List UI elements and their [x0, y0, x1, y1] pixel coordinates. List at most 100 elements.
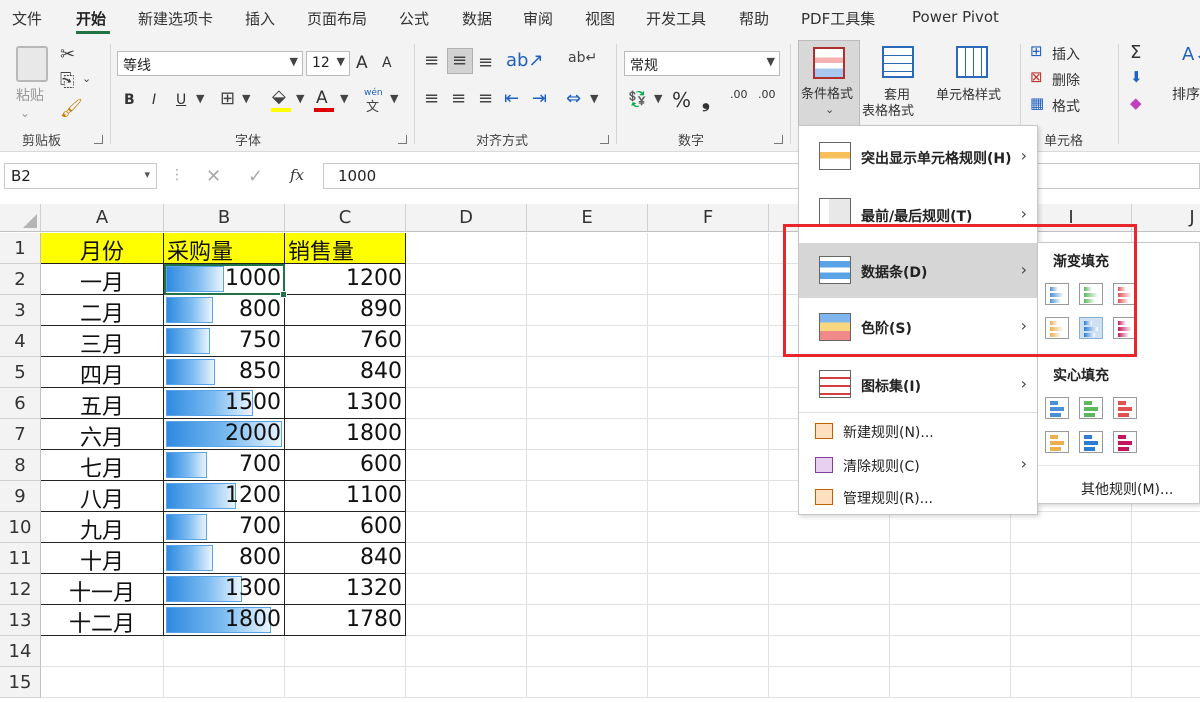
cell[interactable] [406, 667, 527, 698]
increase-decimal-button[interactable]: .00 [730, 88, 748, 101]
sort-filter-button[interactable]: 排序 [1172, 84, 1200, 104]
cell[interactable] [890, 636, 1011, 667]
format-as-table-label-2[interactable]: 表格格式 [862, 100, 914, 119]
purchase-cell[interactable]: 750 [164, 326, 285, 357]
align-top-icon[interactable]: ≡ [424, 50, 439, 71]
month-cell[interactable]: 二月 [41, 295, 164, 327]
cell[interactable] [769, 574, 890, 605]
tab-new-tab[interactable]: 新建选项卡 [138, 8, 213, 29]
cell[interactable] [1132, 636, 1200, 667]
cell[interactable] [527, 481, 648, 512]
insert-function-button[interactable]: fx [290, 166, 304, 184]
cell[interactable] [527, 543, 648, 574]
cell[interactable] [406, 636, 527, 667]
name-box[interactable]: B2 ▾ [4, 163, 157, 189]
font-launcher-icon[interactable] [398, 135, 407, 144]
font-name-combo[interactable]: 等线 ▼ [117, 51, 303, 76]
cell[interactable] [406, 419, 527, 450]
cell[interactable] [648, 450, 769, 481]
align-center-icon[interactable]: ≡ [451, 88, 466, 109]
font-color-dropdown-icon[interactable]: ▼ [340, 92, 348, 105]
sort-filter-icon[interactable]: A↓ [1182, 44, 1200, 65]
cell[interactable] [527, 388, 648, 419]
solid-databar-6-icon[interactable] [1113, 431, 1137, 453]
cell[interactable] [1132, 512, 1200, 543]
cell[interactable] [769, 667, 890, 698]
cell[interactable] [527, 419, 648, 450]
paste-button[interactable]: 粘贴 [16, 85, 44, 105]
align-right-icon[interactable]: ≡ [478, 88, 493, 109]
sales-cell[interactable]: 1100 [285, 481, 406, 512]
cell[interactable] [890, 667, 1011, 698]
month-cell[interactable]: 十二月 [41, 605, 164, 637]
purchase-cell[interactable]: 1800 [164, 605, 285, 636]
shrink-font-button[interactable]: A [382, 55, 392, 71]
cell[interactable] [406, 295, 527, 326]
format-cells-icon[interactable]: ▦ [1030, 94, 1044, 112]
cell[interactable] [1132, 605, 1200, 636]
decrease-decimal-button[interactable]: .00 [758, 88, 776, 101]
sales-cell[interactable]: 600 [285, 450, 406, 481]
insert-cells-button[interactable]: 插入 [1052, 44, 1080, 64]
cell[interactable] [406, 326, 527, 357]
alignment-launcher-icon[interactable] [600, 135, 609, 144]
autosum-button[interactable]: Σ [1130, 42, 1141, 63]
phonetic-dropdown-icon[interactable]: ▼ [390, 92, 398, 105]
purchase-cell[interactable]: 2000 [164, 419, 285, 450]
header-purchase[interactable]: 采购量 [164, 233, 285, 265]
solid-databar-2-icon[interactable] [1079, 397, 1103, 419]
cell[interactable] [1011, 574, 1132, 605]
orientation-icon[interactable]: ab↗ [506, 50, 544, 71]
cut-icon[interactable]: ✂ [60, 44, 75, 65]
cell[interactable] [527, 357, 648, 388]
cell[interactable] [1011, 543, 1132, 574]
cell[interactable] [406, 450, 527, 481]
paste-icon[interactable] [16, 46, 48, 82]
format-cells-button[interactable]: 格式 [1052, 96, 1080, 116]
menu-item-new-rule[interactable]: 新建规则(N)... [799, 418, 1037, 444]
row-header-10[interactable]: 10 [0, 512, 41, 543]
cell[interactable] [890, 574, 1011, 605]
bold-button[interactable]: B [124, 92, 135, 108]
sales-cell[interactable]: 1300 [285, 388, 406, 419]
grow-font-button[interactable]: A [356, 53, 368, 73]
cell[interactable] [1132, 667, 1200, 698]
row-header-12[interactable]: 12 [0, 574, 41, 605]
row-header-9[interactable]: 9 [0, 481, 41, 512]
cell[interactable] [41, 636, 164, 667]
month-cell[interactable]: 四月 [41, 357, 164, 389]
cell[interactable] [406, 264, 527, 295]
cell[interactable] [1132, 574, 1200, 605]
cell[interactable] [648, 264, 769, 295]
sales-cell[interactable]: 1800 [285, 419, 406, 450]
increase-indent-icon[interactable]: ⇥ [532, 88, 547, 109]
cell[interactable] [527, 326, 648, 357]
month-cell[interactable]: 十月 [41, 543, 164, 575]
enter-icon[interactable]: ✓ [248, 166, 263, 187]
column-header-c[interactable]: C [285, 204, 406, 232]
tab-pdf-tools[interactable]: PDF工具集 [801, 8, 875, 29]
cell[interactable] [285, 636, 406, 667]
row-header-13[interactable]: 13 [0, 605, 41, 636]
cell[interactable] [648, 419, 769, 450]
cell[interactable] [527, 667, 648, 698]
tab-formulas[interactable]: 公式 [399, 8, 429, 29]
cell[interactable] [769, 636, 890, 667]
cell[interactable] [406, 388, 527, 419]
sales-cell[interactable]: 760 [285, 326, 406, 357]
cell[interactable] [648, 326, 769, 357]
cell[interactable] [648, 605, 769, 636]
sales-cell[interactable]: 1780 [285, 605, 406, 636]
currency-icon[interactable]: 💱 [628, 90, 647, 108]
merge-center-icon[interactable]: ⇔ [566, 88, 581, 109]
purchase-cell[interactable]: 700 [164, 450, 285, 481]
cell[interactable] [527, 574, 648, 605]
purchase-cell[interactable]: 1200 [164, 481, 285, 512]
tab-help[interactable]: 帮助 [739, 8, 769, 29]
font-size-combo[interactable]: 12 ▼ [306, 51, 350, 76]
tab-home[interactable]: 开始 [76, 8, 106, 29]
cell-styles-icon[interactable] [956, 46, 988, 78]
fill-color-dropdown-icon[interactable]: ▼ [296, 92, 304, 105]
comma-button[interactable]: ❟ [702, 88, 710, 112]
header-month[interactable]: 月份 [41, 233, 164, 265]
